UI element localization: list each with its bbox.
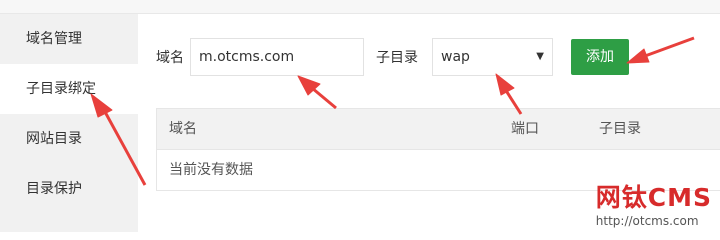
annotation-arrowhead-sidebar — [90, 93, 113, 118]
annotation-arrow-domain — [311, 86, 337, 110]
annotation-arrowhead-add — [626, 48, 650, 64]
watermark-title: 网钛CMS — [595, 183, 712, 212]
watermark: 网钛CMS http://otcms.com — [596, 178, 712, 228]
annotation-arrow-sidebar — [102, 109, 147, 186]
annotation-arrowhead-select — [495, 73, 515, 96]
annotation-arrow-add — [644, 36, 695, 58]
watermark-url: http://otcms.com — [595, 214, 699, 228]
annotation-arrow-select — [503, 88, 523, 115]
